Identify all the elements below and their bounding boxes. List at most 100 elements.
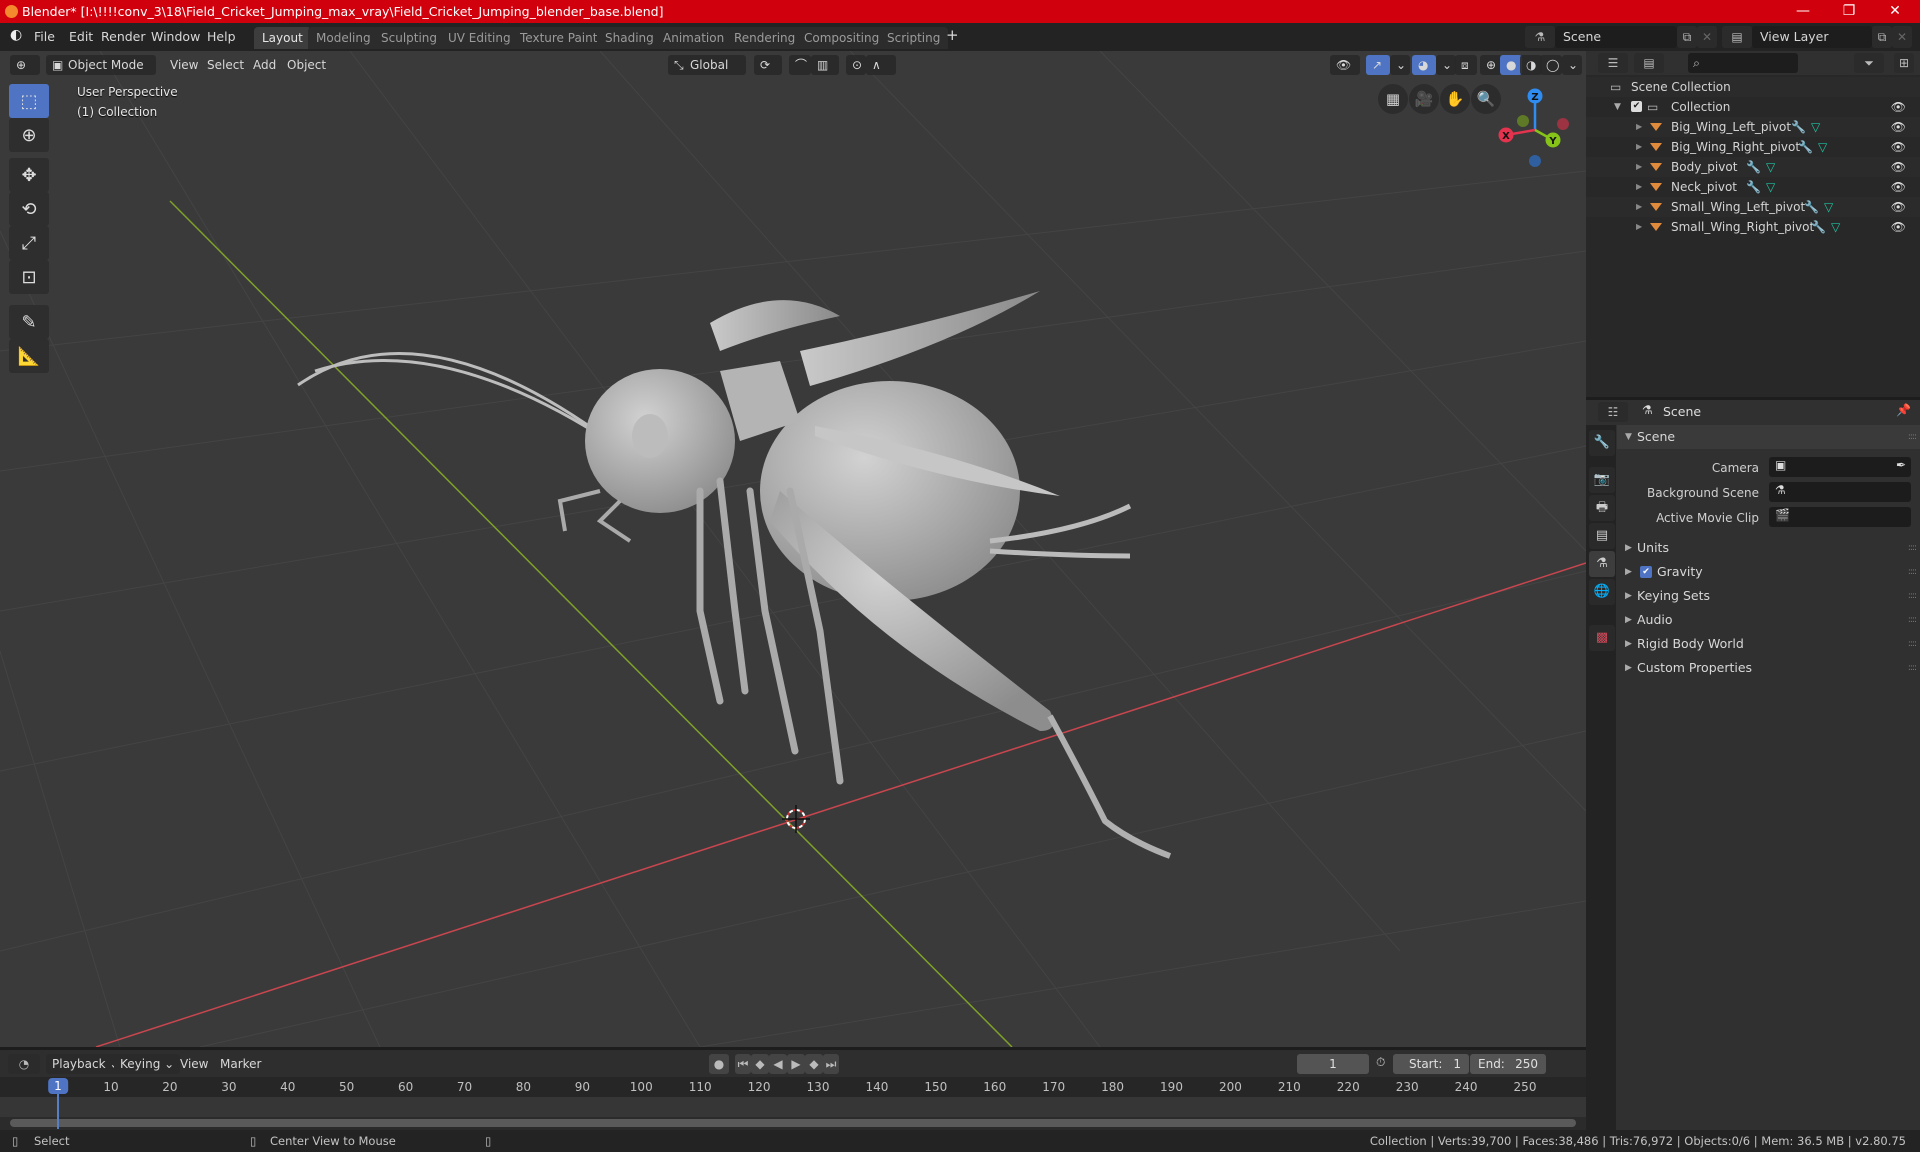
- visibility-eye-icon[interactable]: 👁: [1891, 117, 1906, 137]
- scene-selector[interactable]: Scene: [1555, 26, 1677, 48]
- texture-tab-icon[interactable]: ▩: [1589, 625, 1615, 651]
- drag-grip-icon[interactable]: ::::: [1908, 560, 1917, 584]
- gizmo-toggle-icon[interactable]: ↗: [1366, 55, 1390, 75]
- keyframe-area[interactable]: [0, 1097, 1586, 1117]
- outliner-object-row[interactable]: ▶ Small_Wing_Right_pivot 🔧 ▽ 👁: [1586, 217, 1920, 237]
- menu-window[interactable]: Window: [151, 29, 200, 44]
- tool-tab-icon[interactable]: 🔧: [1589, 430, 1615, 456]
- proportional-edit-icon[interactable]: ⊙: [846, 55, 866, 75]
- camera-field[interactable]: ▣ ✒: [1769, 457, 1911, 477]
- modifier-wrench-icon[interactable]: 🔧: [1804, 197, 1819, 217]
- units-panel-header[interactable]: ▶ Units ::::: [1617, 536, 1920, 560]
- filter-icon[interactable]: ⏷: [1854, 53, 1884, 73]
- pin-icon[interactable]: 📌: [1896, 403, 1911, 417]
- outliner-editor-type-icon[interactable]: ☰: [1598, 53, 1628, 73]
- current-frame-marker[interactable]: 1: [48, 1078, 68, 1094]
- maximize-button[interactable]: ❐: [1826, 0, 1872, 23]
- rotate-tool[interactable]: ⟲: [9, 192, 49, 226]
- view-layer-selector[interactable]: View Layer: [1752, 26, 1872, 48]
- expand-arrow-icon[interactable]: ▶: [1636, 197, 1642, 217]
- outliner-search-input[interactable]: ⌕: [1688, 53, 1798, 73]
- timeline-editor-type-icon[interactable]: ◔: [8, 1054, 40, 1074]
- render-tab-icon[interactable]: 📷: [1589, 467, 1615, 493]
- visibility-eye-icon[interactable]: 👁: [1891, 197, 1906, 217]
- 3d-cursor-icon[interactable]: [782, 805, 810, 833]
- measure-tool[interactable]: 📐: [9, 339, 49, 373]
- shading-solid-icon[interactable]: ●: [1500, 55, 1522, 75]
- mesh-data-icon[interactable]: ▽: [1766, 177, 1775, 197]
- new-collection-icon[interactable]: ⊞: [1894, 53, 1914, 73]
- active-movie-clip-field[interactable]: 🎬: [1769, 507, 1911, 527]
- selectability-icon[interactable]: 👁: [1330, 55, 1360, 75]
- modifier-wrench-icon[interactable]: 🔧: [1798, 137, 1813, 157]
- properties-editor-type-icon[interactable]: ☷: [1598, 402, 1628, 422]
- select-box-tool[interactable]: ⬚: [9, 84, 49, 118]
- toggle-ortho-icon[interactable]: ▦: [1378, 84, 1408, 114]
- record-icon[interactable]: ●: [709, 1054, 729, 1074]
- shading-dropdown[interactable]: ⌄: [1562, 55, 1582, 75]
- pivot-point-icon[interactable]: ⟳: [754, 55, 782, 75]
- close-window-button[interactable]: ✕: [1872, 0, 1918, 23]
- play-icon[interactable]: ▶: [787, 1054, 805, 1074]
- visibility-eye-icon[interactable]: 👁: [1891, 137, 1906, 157]
- next-keyframe-icon[interactable]: ◆: [805, 1054, 823, 1074]
- viewport-menu-add[interactable]: Add: [247, 55, 282, 75]
- expand-arrow-icon[interactable]: ▶: [1636, 137, 1642, 157]
- viewport-menu-object[interactable]: Object: [281, 55, 332, 75]
- end-frame-field[interactable]: End: 250: [1470, 1054, 1546, 1074]
- mesh-data-icon[interactable]: ▽: [1831, 217, 1840, 237]
- modifier-wrench-icon[interactable]: 🔧: [1791, 117, 1806, 137]
- outliner-row-scene-collection[interactable]: ▭ Scene Collection: [1586, 77, 1920, 97]
- menu-help[interactable]: Help: [207, 29, 236, 44]
- menu-file[interactable]: File: [34, 29, 55, 44]
- mesh-data-icon[interactable]: ▽: [1766, 157, 1775, 177]
- display-mode-icon[interactable]: ▤: [1634, 53, 1664, 73]
- tab-texture-paint[interactable]: Texture Paint: [512, 27, 606, 49]
- gizmo-dropdown[interactable]: ⌄: [1390, 55, 1410, 75]
- stopwatch-icon[interactable]: ⏱: [1376, 1055, 1385, 1070]
- gravity-panel-header[interactable]: ▶ ✔ Gravity ::::: [1617, 560, 1920, 584]
- tab-uv-editing[interactable]: UV Editing: [440, 27, 519, 49]
- outliner-object-row[interactable]: ▶ Big_Wing_Left_pivot 🔧 ▽ 👁: [1586, 117, 1920, 137]
- delete-view-layer-button[interactable]: ✕: [1892, 26, 1912, 48]
- world-tab-icon[interactable]: 🌐: [1589, 579, 1615, 605]
- transform-tool[interactable]: ⊡: [9, 260, 49, 294]
- navigation-gizmo[interactable]: Z X Y: [1490, 80, 1590, 180]
- gravity-checkbox[interactable]: ✔: [1640, 566, 1652, 578]
- tab-sculpting[interactable]: Sculpting: [373, 27, 446, 49]
- audio-panel-header[interactable]: ▶ Audio ::::: [1617, 608, 1920, 632]
- delete-scene-button[interactable]: ✕: [1697, 26, 1717, 48]
- drag-grip-icon[interactable]: ::::: [1908, 608, 1917, 632]
- output-tab-icon[interactable]: 🖶: [1589, 495, 1615, 521]
- move-tool[interactable]: ✥: [9, 158, 49, 192]
- timeline-menu-view[interactable]: View: [174, 1054, 214, 1074]
- xray-toggle-icon[interactable]: ⧈: [1455, 55, 1477, 75]
- editor-type-icon[interactable]: ⊕: [10, 55, 40, 75]
- visibility-eye-icon[interactable]: 👁: [1891, 157, 1906, 177]
- overlay-toggle-icon[interactable]: ◕: [1412, 55, 1436, 75]
- expand-arrow-icon[interactable]: ▶: [1636, 217, 1642, 237]
- outliner-row-collection[interactable]: ▼ ✔ ▭ Collection 👁: [1586, 97, 1920, 117]
- mesh-data-icon[interactable]: ▽: [1818, 137, 1827, 157]
- falloff-icon[interactable]: ∧: [866, 55, 896, 75]
- outliner-object-row[interactable]: ▶ Body_pivot 🔧 ▽ 👁: [1586, 157, 1920, 177]
- 3d-viewport[interactable]: [0, 51, 1586, 1047]
- expand-arrow-icon[interactable]: ▶: [1636, 177, 1642, 197]
- tab-modeling[interactable]: Modeling: [308, 27, 379, 49]
- drag-grip-icon[interactable]: ::::: [1908, 584, 1917, 608]
- view-layer-tab-icon[interactable]: ▤: [1589, 523, 1615, 549]
- camera-view-icon[interactable]: 🎥: [1409, 84, 1439, 114]
- keying-sets-panel-header[interactable]: ▶ Keying Sets ::::: [1617, 584, 1920, 608]
- overlay-dropdown[interactable]: ⌄: [1436, 55, 1456, 75]
- mesh-data-icon[interactable]: ▽: [1824, 197, 1833, 217]
- jump-start-icon[interactable]: ⏮: [735, 1054, 751, 1074]
- visibility-eye-icon[interactable]: 👁: [1891, 97, 1906, 117]
- collection-checkbox[interactable]: ✔: [1631, 101, 1642, 112]
- timeline-menu-marker[interactable]: Marker: [214, 1054, 267, 1074]
- keying-menu[interactable]: Keying ⌄: [114, 1054, 181, 1074]
- visibility-eye-icon[interactable]: 👁: [1891, 217, 1906, 237]
- drag-grip-icon[interactable]: ::::: [1908, 536, 1917, 560]
- background-scene-field[interactable]: ⚗: [1769, 482, 1911, 502]
- cursor-tool[interactable]: ⊕: [9, 118, 49, 152]
- shading-rendered-icon[interactable]: ◯: [1540, 55, 1562, 75]
